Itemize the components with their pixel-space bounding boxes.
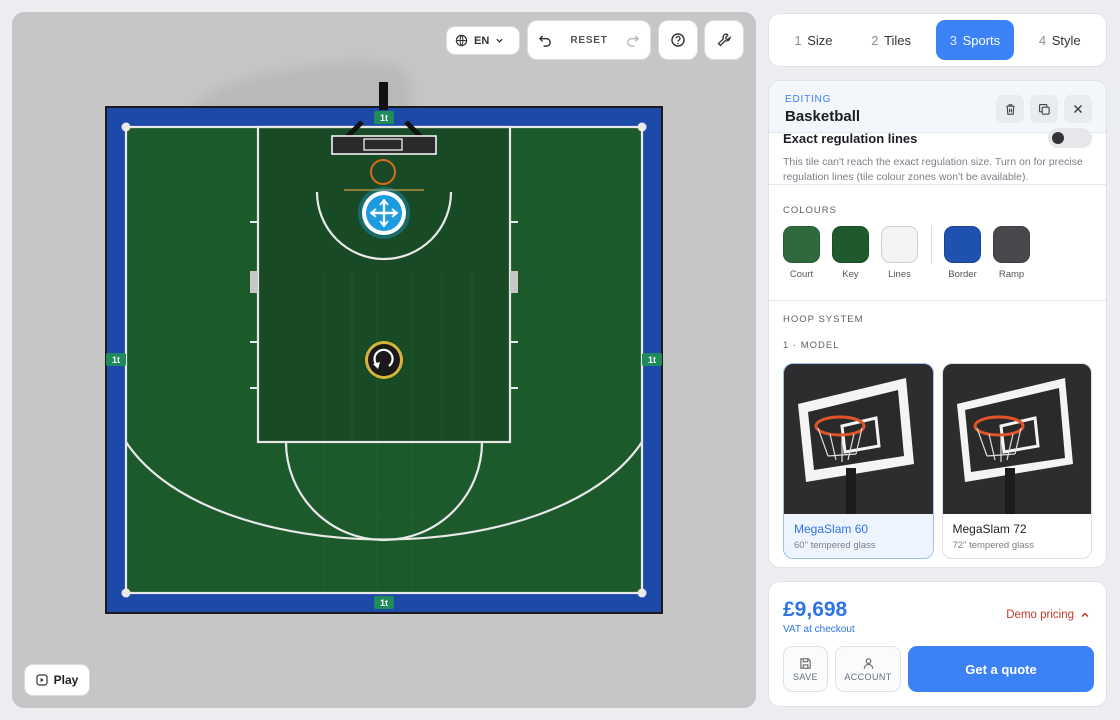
- tab-size[interactable]: 1 Size: [780, 20, 846, 60]
- pricing-panel: £9,698 VAT at checkout Demo pricing SAVE…: [768, 581, 1107, 707]
- tools-button[interactable]: [704, 20, 744, 60]
- step-number: 2: [871, 32, 879, 48]
- lines-color-chip: [881, 226, 918, 263]
- swatch-court[interactable]: Court: [783, 226, 820, 280]
- help-icon: [671, 33, 685, 47]
- tile-marker-left: 1t: [106, 353, 126, 366]
- play-button[interactable]: Play: [24, 664, 90, 696]
- undo-icon[interactable]: [538, 33, 553, 48]
- tile-marker-top: 1t: [374, 111, 394, 124]
- swatch-border[interactable]: Border: [944, 226, 981, 280]
- step-number: 4: [1038, 32, 1047, 48]
- model-description: 60" tempered glass: [794, 540, 876, 551]
- rotate-handle-icon: [365, 341, 403, 379]
- tile-marker-right: 1t: [642, 353, 662, 366]
- step-label: Sports: [962, 32, 1001, 48]
- redo-icon[interactable]: [625, 33, 640, 48]
- ramp-color-chip: [993, 226, 1030, 263]
- colours-section: COLOURS Court Key Lines Border Ramp: [769, 192, 1106, 301]
- save-button[interactable]: SAVE: [783, 646, 828, 692]
- swatch-lines[interactable]: Lines: [881, 226, 918, 280]
- lane-block-right: [510, 271, 518, 293]
- wrench-icon: [717, 33, 731, 47]
- model-name: MegaSlam 72: [952, 522, 1027, 536]
- model-label: 1 · MODEL: [783, 340, 840, 351]
- step-label: Style: [1051, 32, 1081, 48]
- court-canvas[interactable]: 1t 1t 1t 1t: [12, 12, 756, 708]
- move-handle-icon: [358, 187, 410, 239]
- court-viewport[interactable]: 1t 1t 1t 1t EN RESET Play: [12, 12, 756, 708]
- regulation-section: Exact regulation lines This tile can't r…: [769, 81, 1106, 185]
- swatch-ramp[interactable]: Ramp: [993, 226, 1030, 280]
- chevron-down-icon: [496, 38, 503, 43]
- swatch-label: Border: [948, 269, 977, 280]
- globe-icon: [455, 34, 468, 47]
- tab-sports[interactable]: 3 Sports: [935, 20, 1015, 60]
- help-button[interactable]: [658, 20, 698, 60]
- hoop-product-image: [784, 364, 933, 514]
- history-controls: RESET: [527, 20, 651, 60]
- regulation-note: This tile can't reach the exact regulati…: [783, 156, 1083, 183]
- demo-pricing-toggle[interactable]: Demo pricing: [1006, 609, 1090, 621]
- swatch-divider: [931, 226, 932, 264]
- swatch-key[interactable]: Key: [832, 226, 869, 280]
- regulation-title: Exact regulation lines: [783, 131, 918, 146]
- svg-text:1t: 1t: [112, 355, 120, 365]
- get-quote-button[interactable]: Get a quote: [908, 646, 1094, 692]
- border-color-chip: [944, 226, 981, 263]
- save-icon: [800, 657, 811, 669]
- sport-editor-panel: EDITING Basketball Exact regulation line…: [768, 80, 1107, 568]
- total-price: £9,698: [783, 598, 848, 621]
- demo-pricing-label: Demo pricing: [1006, 609, 1074, 621]
- language-select[interactable]: EN: [446, 26, 520, 55]
- step-number: 1: [794, 32, 802, 48]
- vat-note: VAT at checkout: [783, 624, 855, 635]
- step-tabs: 1 Size 2 Tiles 3 Sports 4 Style: [768, 13, 1107, 67]
- tab-style[interactable]: 4 Style: [1025, 20, 1095, 60]
- regulation-toggle[interactable]: [1048, 128, 1092, 148]
- model-card-megaslam-60[interactable]: MegaSlam 60 60" tempered glass: [783, 363, 934, 559]
- reset-button[interactable]: RESET: [570, 35, 607, 46]
- swatch-label: Court: [789, 269, 814, 280]
- tile-marker-bottom: 1t: [374, 596, 394, 609]
- model-description: 72" tempered glass: [952, 540, 1035, 551]
- play-icon: [36, 674, 48, 686]
- language-label: EN: [474, 34, 490, 47]
- lane-block-left: [250, 271, 258, 293]
- hoop-system-label: HOOP SYSTEM: [783, 314, 864, 325]
- hoop-product-image: [942, 364, 1091, 514]
- hoop-section: HOOP SYSTEM 1 · MODEL MegaSlam 60 60" te…: [769, 301, 1106, 559]
- step-label: Tiles: [884, 32, 912, 48]
- save-label: SAVE: [793, 671, 818, 682]
- key-color-chip: [832, 226, 869, 263]
- swatch-label: Ramp: [998, 269, 1025, 280]
- user-icon: [863, 657, 873, 669]
- step-label: Size: [807, 32, 833, 48]
- model-name: MegaSlam 60: [794, 522, 869, 536]
- svg-text:1t: 1t: [648, 355, 656, 365]
- colours-label: COLOURS: [783, 205, 837, 216]
- svg-text:1t: 1t: [380, 113, 388, 123]
- swatch-label: Key: [842, 269, 859, 280]
- court-color-chip: [783, 226, 820, 263]
- play-label: Play: [53, 673, 79, 687]
- step-number: 3: [949, 32, 957, 48]
- account-label: ACCOUNT: [844, 671, 892, 682]
- svg-text:1t: 1t: [380, 598, 388, 608]
- account-button[interactable]: ACCOUNT: [835, 646, 901, 692]
- tab-tiles[interactable]: 2 Tiles: [857, 20, 925, 60]
- swatch-label: Lines: [888, 269, 911, 280]
- chevron-up-icon: [1081, 612, 1089, 618]
- model-card-megaslam-72[interactable]: MegaSlam 72 72" tempered glass: [941, 363, 1092, 559]
